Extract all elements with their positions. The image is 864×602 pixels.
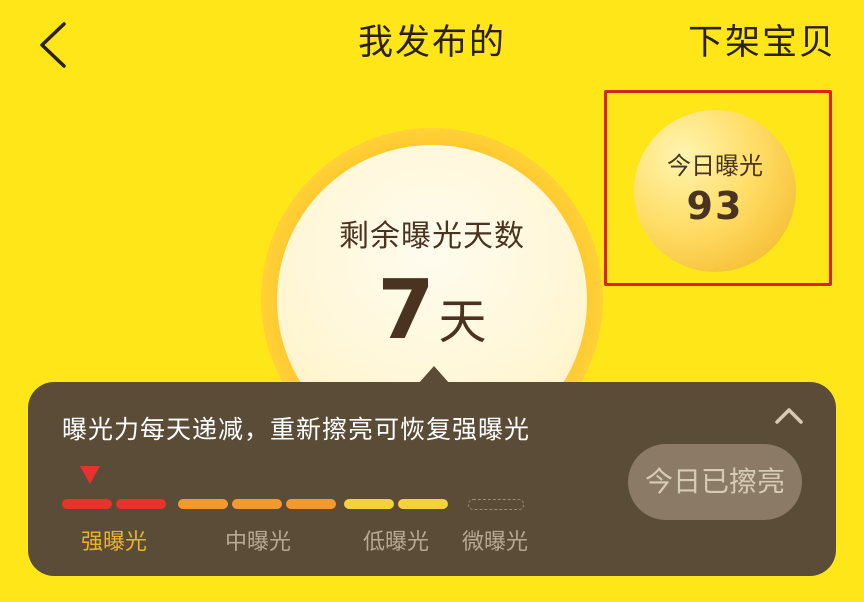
level-bar-medium-3 bbox=[286, 499, 336, 509]
today-exposure-value: 93 bbox=[686, 184, 744, 228]
chevron-up-icon bbox=[775, 408, 803, 424]
delist-item-button[interactable]: 下架宝贝 bbox=[688, 14, 836, 65]
level-label-strong: 强曝光 bbox=[80, 530, 147, 555]
panel-message: 曝光力每天递减，重新擦亮可恢复强曝光 bbox=[62, 415, 531, 444]
level-label-medium: 中曝光 bbox=[224, 530, 291, 555]
remaining-days-unit: 天 bbox=[438, 294, 487, 350]
level-label-low: 低曝光 bbox=[362, 530, 429, 555]
level-label-minimal: 微曝光 bbox=[461, 530, 528, 555]
rubbed-today-button[interactable]: 今日已擦亮 bbox=[628, 444, 802, 520]
level-bar-strong-2 bbox=[116, 499, 166, 509]
level-bar-low-2 bbox=[398, 499, 448, 509]
level-bar-strong-1 bbox=[62, 499, 112, 509]
level-bar-low-1 bbox=[344, 499, 394, 509]
collapse-button[interactable] bbox=[772, 402, 806, 428]
level-bar-medium-2 bbox=[232, 499, 282, 509]
triangle-down-icon bbox=[80, 466, 100, 484]
remaining-days-number: 7 bbox=[377, 263, 435, 358]
level-bar-medium-1 bbox=[178, 499, 228, 509]
exposure-info-panel: 曝光力每天递减，重新擦亮可恢复强曝光 今日已擦亮 强曝光 中曝光 低曝光 微曝光 bbox=[28, 382, 836, 576]
level-bar-minimal bbox=[468, 499, 524, 510]
remaining-days-label: 剩余曝光天数 bbox=[339, 219, 525, 254]
today-exposure-circle: 今日曝光 93 bbox=[634, 110, 796, 272]
today-exposure-label: 今日曝光 bbox=[667, 152, 763, 180]
remaining-days-value: 7天 bbox=[277, 263, 587, 358]
